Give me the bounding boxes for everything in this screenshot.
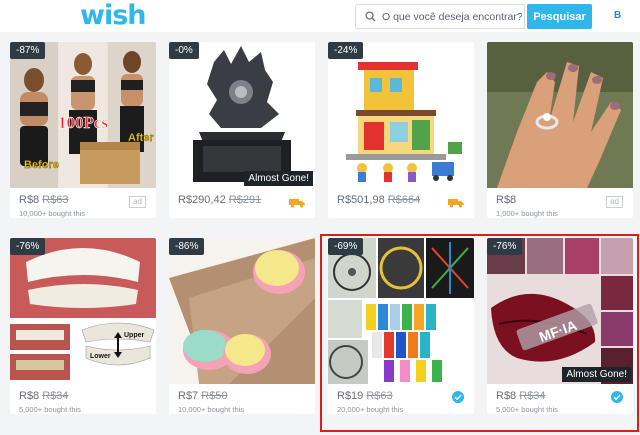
bought-count: 10,000+ bought this — [19, 209, 86, 218]
price-row: R$8 R$63 — [19, 194, 69, 206]
price-row: R$290,42 R$291 — [178, 194, 261, 206]
price: R$501,98 — [337, 194, 385, 206]
product-card[interactable]: 100Pcs Before After -87% R$8 R$63 10,000… — [10, 42, 156, 218]
discount-badge: -0% — [169, 42, 199, 59]
wish-logo[interactable]: wish — [80, 1, 146, 31]
product-image[interactable]: -24% — [328, 42, 474, 188]
shipping-truck-icon — [448, 199, 464, 208]
product-image[interactable]: Upper Lower -76% — [10, 238, 156, 384]
price-row: R$7 R$50 — [178, 390, 228, 402]
search-input[interactable] — [382, 5, 522, 28]
label-lower: Lower — [90, 353, 111, 360]
product-image[interactable]: -0% Almost Gone! — [169, 42, 315, 188]
discount-badge: -87% — [10, 42, 46, 59]
discount-badge: -86% — [169, 238, 205, 255]
discount-badge: -76% — [10, 238, 46, 255]
top-header: wish Pesquisar B — [0, 0, 640, 32]
label-upper: Upper — [124, 332, 145, 339]
product-card[interactable]: -86% R$7 R$50 10,000+ bought this — [169, 238, 315, 414]
ad-tag: ad — [606, 196, 623, 208]
search-box[interactable] — [355, 4, 525, 29]
promo-text-100pcs: 100Pcs — [58, 113, 108, 132]
search-icon — [365, 11, 376, 22]
product-card[interactable]: -0% Almost Gone! R$290,42 R$291 — [169, 42, 315, 218]
original-price: R$34 — [42, 390, 69, 402]
price: R$8 — [496, 194, 517, 206]
price-row: R$501,98 R$664 — [337, 194, 420, 206]
search-button[interactable]: Pesquisar — [527, 4, 592, 29]
product-image[interactable]: -86% — [169, 238, 315, 384]
original-price: R$50 — [201, 390, 228, 402]
product-card[interactable]: -24% R$501,98 R$664 — [328, 42, 474, 218]
discount-badge: -24% — [328, 42, 364, 59]
promo-text-after: After — [128, 132, 154, 144]
product-card[interactable]: Upper Lower -76% R$8 R$34 5,000+ bought … — [10, 238, 156, 414]
price: R$290,42 — [178, 194, 226, 206]
product-card[interactable]: R$8 1,000+ bought this ad — [487, 42, 633, 218]
price: R$8 — [19, 194, 40, 206]
price: R$8 — [19, 390, 40, 402]
ad-tag: ad — [129, 196, 146, 208]
bought-count: 10,000+ bought this — [178, 405, 245, 414]
almost-gone-label: Almost Gone! — [244, 171, 313, 186]
bought-count: 1,000+ bought this — [496, 209, 558, 218]
price-row: R$8 — [496, 194, 516, 206]
promo-text-before: Before — [24, 159, 59, 171]
price: R$7 — [178, 390, 199, 402]
price-row: R$8 R$34 — [19, 390, 69, 402]
product-image[interactable]: 100Pcs Before After -87% — [10, 42, 156, 188]
bought-count: 5,000+ bought this — [19, 405, 81, 414]
original-price: R$664 — [387, 194, 421, 206]
original-price: R$63 — [42, 194, 69, 206]
selection-highlight-box — [320, 234, 639, 432]
user-avatar[interactable]: B — [614, 10, 621, 21]
shipping-truck-icon — [289, 199, 305, 208]
original-price: R$291 — [228, 194, 262, 206]
product-image[interactable] — [487, 42, 633, 188]
